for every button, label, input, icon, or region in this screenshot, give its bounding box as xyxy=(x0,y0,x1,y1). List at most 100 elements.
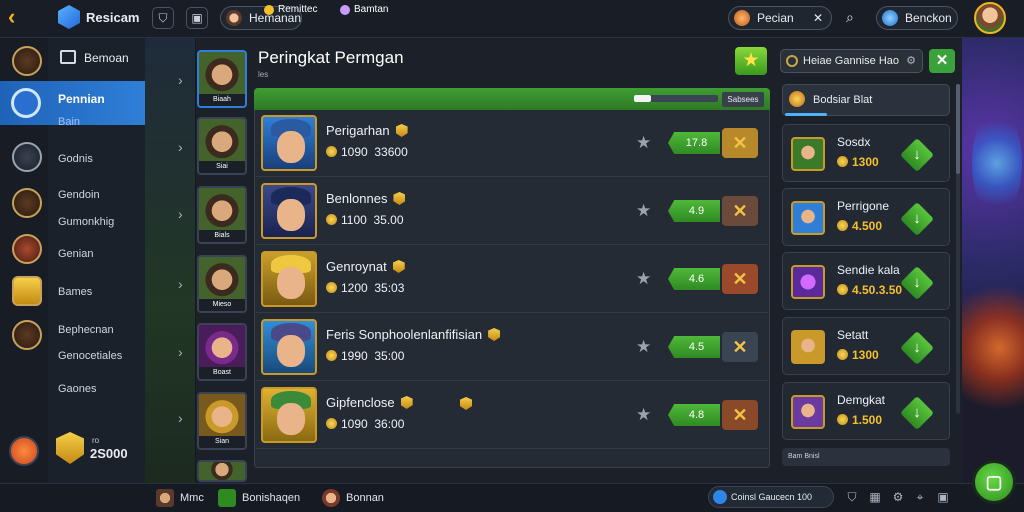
location-icon[interactable]: ⌖ xyxy=(911,488,929,506)
right-panel-footer[interactable]: Bam Bnisl xyxy=(782,448,950,466)
account-pill[interactable]: Benckon xyxy=(876,6,958,30)
list-header-col2[interactable]: Bamtan xyxy=(340,4,388,15)
table-row[interactable]: Gipfenclose 1090 36:00 ★ 4.8 ✕ xyxy=(256,383,768,449)
book-icon xyxy=(60,50,76,64)
filter-dropdown[interactable]: Heiae Gannise Hao ⚙ xyxy=(780,49,923,73)
sidebar-item-gumonkhig[interactable]: Gumonkhig xyxy=(58,216,114,228)
download-button[interactable]: ↓ xyxy=(900,138,934,172)
favorite-star-button[interactable]: ★ xyxy=(735,47,767,75)
shop-card-price-value: 4.50.3.50 xyxy=(852,283,903,297)
brand-name: Resicam xyxy=(86,10,140,25)
rank-avatar-partial[interactable] xyxy=(197,460,247,482)
shop-card[interactable]: Setatt 1300 ↓ xyxy=(782,317,950,375)
download-button[interactable]: ↓ xyxy=(900,202,934,236)
close-button[interactable]: ✕ xyxy=(929,49,955,73)
fire-icon[interactable] xyxy=(9,436,39,466)
download-button[interactable]: ↓ xyxy=(900,396,934,430)
item-thumbnail xyxy=(791,330,825,364)
sidebar-item-bames[interactable]: Bames xyxy=(58,286,92,298)
status-pill[interactable]: Coinsl Gaucecn 100 xyxy=(708,486,834,508)
image-icon[interactable]: ▣ xyxy=(934,488,952,506)
star-icon[interactable]: ★ xyxy=(636,337,651,357)
rank-avatar[interactable]: Biaah xyxy=(197,50,247,108)
close-icon[interactable]: ✕ xyxy=(813,7,823,29)
shield-badge-icon[interactable] xyxy=(12,276,42,306)
shield-icon[interactable]: ⛉ xyxy=(152,7,174,29)
rank-avatar[interactable]: Boast xyxy=(197,323,247,381)
chevron-right-icon[interactable]: › xyxy=(178,206,183,222)
shop-card[interactable]: Sosdx 1300 ↓ xyxy=(782,124,950,182)
bottom-item-1[interactable]: Mmc xyxy=(156,489,204,507)
chevron-right-icon[interactable]: › xyxy=(178,72,183,88)
star-icon[interactable]: ★ xyxy=(636,201,651,221)
rank-avatar[interactable]: Mieso xyxy=(197,255,247,313)
remove-button[interactable]: ✕ xyxy=(722,400,758,430)
chat-button[interactable]: ▢ xyxy=(972,460,1016,504)
remove-button[interactable]: ✕ xyxy=(722,332,758,362)
shop-card[interactable]: Perrigone 4.500 ↓ xyxy=(782,188,950,246)
remove-button[interactable]: ✕ xyxy=(722,128,758,158)
user-avatar[interactable] xyxy=(974,2,1006,34)
hero-icon[interactable] xyxy=(12,320,42,350)
sidebar-item-gendoin[interactable]: Gendoin xyxy=(58,189,100,201)
hero-portrait xyxy=(261,115,317,171)
rank-avatar[interactable]: Siai xyxy=(197,117,247,175)
table-row[interactable]: Benlonnes 1100 35.00 ★ 4.9 ✕ xyxy=(256,179,768,245)
shop-card[interactable]: Demgkat 1.500 ↓ xyxy=(782,382,950,440)
table-row[interactable]: Feris Sonphoolenlanfifisian 1990 35:00 ★… xyxy=(256,315,768,381)
sidebar-sub-item[interactable]: Bain xyxy=(58,116,80,128)
grid-icon[interactable]: ▦ xyxy=(866,488,884,506)
settings-icon[interactable]: ⚙ xyxy=(889,488,907,506)
resource-pill[interactable]: Pecian ✕ xyxy=(728,6,832,30)
sidebar-item-bephecnan[interactable]: Bephecnan xyxy=(58,324,114,336)
list-header-button[interactable]: Sabsees xyxy=(722,92,764,107)
remove-button[interactable]: ✕ xyxy=(722,196,758,226)
row-value: 35:00 xyxy=(374,349,405,363)
profile-avatar-icon xyxy=(226,10,242,26)
bottom-item-label: Bonnan xyxy=(346,492,384,504)
star-icon[interactable]: ★ xyxy=(636,405,651,425)
remove-button[interactable]: ✕ xyxy=(722,264,758,294)
shop-card-price: 4.50.3.50 xyxy=(837,283,902,297)
row-coins: 1090 xyxy=(341,145,368,159)
rank-avatar[interactable]: Bials xyxy=(197,186,247,244)
table-row[interactable]: Genroynat 1200 35:03 ★ 4.6 ✕ xyxy=(256,247,768,313)
row-score: 17.8 xyxy=(668,132,720,154)
warrior-icon[interactable] xyxy=(12,234,42,264)
rank-avatar-badge: Mieso xyxy=(199,299,245,311)
download-button[interactable]: ↓ xyxy=(900,331,934,365)
rank-badge-icon xyxy=(488,328,501,341)
chevron-right-icon[interactable]: › xyxy=(178,410,183,426)
sidebar-item-godnis[interactable]: Godnis xyxy=(58,153,93,165)
table-row[interactable]: Perigarhan 1090 33600 ★ 17.8 ✕ xyxy=(256,111,768,177)
sidebar-header-label[interactable]: Bemoan xyxy=(84,51,129,65)
chevron-right-icon[interactable]: › xyxy=(178,344,183,360)
star-icon[interactable]: ★ xyxy=(636,133,651,153)
shop-card-price: 1.500 xyxy=(837,413,882,427)
list-header-col1[interactable]: Remittec xyxy=(264,4,317,15)
back-chevron-icon[interactable]: ‹ xyxy=(8,6,30,28)
lion-icon[interactable] xyxy=(12,188,42,218)
shield-icon[interactable]: ⛉ xyxy=(843,488,861,506)
character-icon xyxy=(156,489,174,507)
bottom-item-2[interactable]: Bonishaqen xyxy=(218,489,300,507)
ring-icon[interactable] xyxy=(12,142,42,172)
shop-card[interactable]: Sendie kala 4.50.3.50 ↓ xyxy=(782,252,950,310)
bottom-item-3[interactable]: Bonnan xyxy=(322,489,384,507)
right-panel-header[interactable]: Bodsiar Blat xyxy=(782,84,950,116)
settings-icon[interactable]: ⚙ xyxy=(906,50,916,72)
star-icon[interactable]: ★ xyxy=(636,269,651,289)
download-button[interactable]: ↓ xyxy=(900,266,934,300)
sidebar-item-genian[interactable]: Genian xyxy=(58,248,93,260)
scrollbar-thumb[interactable] xyxy=(956,84,960,174)
search-icon[interactable]: ⌕ xyxy=(846,9,854,26)
row-stats: 1100 35.00 xyxy=(326,213,404,227)
frame-icon[interactable]: ▣ xyxy=(186,7,208,29)
chevron-right-icon[interactable]: › xyxy=(178,139,183,155)
chevron-right-icon[interactable]: › xyxy=(178,276,183,292)
monster-icon[interactable] xyxy=(12,46,42,76)
rank-avatar-badge: Biaah xyxy=(199,94,245,106)
sidebar-item-gaones[interactable]: Gaones xyxy=(58,383,97,395)
sidebar-item-genocetiales[interactable]: Genocetiales xyxy=(58,350,122,362)
rank-avatar[interactable]: Sian xyxy=(197,392,247,450)
